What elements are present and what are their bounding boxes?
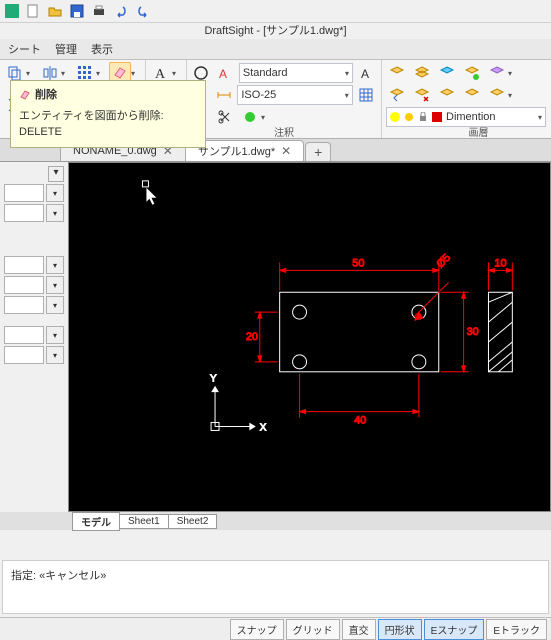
side-prop-combo[interactable]	[4, 276, 44, 294]
status-polar-button[interactable]: 円形状	[378, 619, 422, 640]
scissors-icon[interactable]	[214, 106, 236, 128]
layer-name-value: Dimention	[446, 111, 496, 123]
side-dd-icon[interactable]: ▾	[46, 184, 64, 202]
status-ortho-button[interactable]: 直交	[342, 619, 376, 640]
dim-dia5: Ø5	[434, 252, 453, 271]
bulb-icon	[390, 112, 400, 122]
tooltip-body: エンティティを図面から削除: DELETE	[19, 108, 197, 141]
side-prop-combo[interactable]	[4, 184, 44, 202]
side-prop-combo[interactable]	[4, 326, 44, 344]
model-tab[interactable]: モデル	[72, 512, 120, 531]
axis-x-label: X	[260, 422, 267, 433]
text-style-value: Standard	[243, 67, 288, 79]
style-more-icon[interactable]: A	[356, 62, 377, 84]
side-dd-icon[interactable]: ▾	[46, 276, 64, 294]
axis-y-label: Y	[210, 374, 217, 385]
side-dd-icon[interactable]: ▾	[46, 296, 64, 314]
layer-combo[interactable]: Dimention ▾	[386, 107, 546, 127]
layer1-icon[interactable]	[386, 62, 408, 84]
side-dd-icon[interactable]: ▾	[46, 204, 64, 222]
panel-annotation-label: 注釈	[191, 128, 377, 140]
table-icon[interactable]	[356, 84, 377, 106]
layer-prev-icon[interactable]	[386, 84, 408, 106]
layer-match-icon[interactable]	[486, 84, 508, 106]
status-grid-button[interactable]: グリッド	[286, 619, 340, 640]
side-dd-icon[interactable]: ▾	[46, 256, 64, 274]
dim-40: 40	[354, 415, 366, 427]
layer-del-icon[interactable]	[411, 84, 433, 106]
dim-style-combo[interactable]: ISO-25▾	[237, 85, 352, 105]
svg-text:A: A	[219, 67, 227, 80]
side-prop-combo[interactable]	[4, 204, 44, 222]
flag-icon[interactable]	[239, 106, 261, 128]
command-line[interactable]: 指定: «キャンセル»	[2, 560, 549, 614]
dim-30: 30	[467, 326, 479, 338]
tooltip-title: 削除	[35, 87, 57, 104]
svg-text:A: A	[155, 67, 166, 81]
layer-state-icon[interactable]	[436, 84, 458, 106]
panel-layer-label: 画層	[386, 128, 551, 140]
lock-icon	[418, 112, 428, 122]
dim-50: 50	[352, 257, 364, 269]
close-tab-icon[interactable]: ✕	[281, 144, 291, 158]
drawing-canvas[interactable]: X Y 50 40 30 20 Ø5 10	[69, 163, 550, 511]
pin-icon[interactable]: ▾	[48, 166, 64, 182]
side-prop-combo[interactable]	[4, 296, 44, 314]
save-icon[interactable]	[68, 2, 86, 20]
side-panel: ▾ ▾ ▾ ▾ ▾ ▾ ▾ ▾	[0, 162, 68, 512]
menu-sheet[interactable]: シート	[8, 41, 41, 57]
new-icon[interactable]	[24, 2, 42, 20]
freeze-icon	[404, 112, 414, 122]
dim-20: 20	[246, 331, 258, 343]
open-icon[interactable]	[46, 2, 64, 20]
side-dd-icon[interactable]: ▾	[46, 346, 64, 364]
dim-10: 10	[494, 257, 506, 269]
status-snap-button[interactable]: スナップ	[230, 619, 284, 640]
sheet-tab[interactable]: Sheet1	[119, 514, 169, 529]
svg-text:A: A	[361, 67, 369, 80]
side-prop-combo[interactable]	[4, 346, 44, 364]
status-esnap-button[interactable]: Eスナップ	[424, 619, 485, 640]
style-icon[interactable]: A	[215, 62, 236, 84]
layer3-icon[interactable]	[436, 62, 458, 84]
layer5-icon[interactable]	[486, 62, 508, 84]
status-etrack-button[interactable]: Eトラック	[486, 619, 547, 640]
dim-style-value: ISO-25	[241, 89, 276, 101]
print-icon[interactable]	[90, 2, 108, 20]
text-style-combo[interactable]: Standard▾	[239, 63, 353, 83]
redo-icon[interactable]	[134, 2, 152, 20]
side-prop-combo[interactable]	[4, 256, 44, 274]
layer-color-swatch	[432, 112, 442, 122]
menu-view[interactable]: 表示	[91, 41, 113, 57]
app-icon	[4, 3, 20, 19]
dimstyle-icon[interactable]	[213, 84, 234, 106]
layer4-icon[interactable]	[461, 62, 483, 84]
menu-manage[interactable]: 管理	[55, 41, 77, 57]
side-dd-icon[interactable]: ▾	[46, 326, 64, 344]
layer2-icon[interactable]	[411, 62, 433, 84]
add-tab-button[interactable]: +	[305, 142, 331, 161]
tooltip: 削除 エンティティを図面から削除: DELETE	[10, 80, 206, 148]
tab-label: サンプル1.dwg*	[198, 143, 275, 159]
layer-iso-icon[interactable]	[461, 84, 483, 106]
sheet-tab[interactable]: Sheet2	[168, 514, 218, 529]
title-bar: DraftSight - [サンプル1.dwg*]	[0, 23, 551, 39]
undo-icon[interactable]	[112, 2, 130, 20]
